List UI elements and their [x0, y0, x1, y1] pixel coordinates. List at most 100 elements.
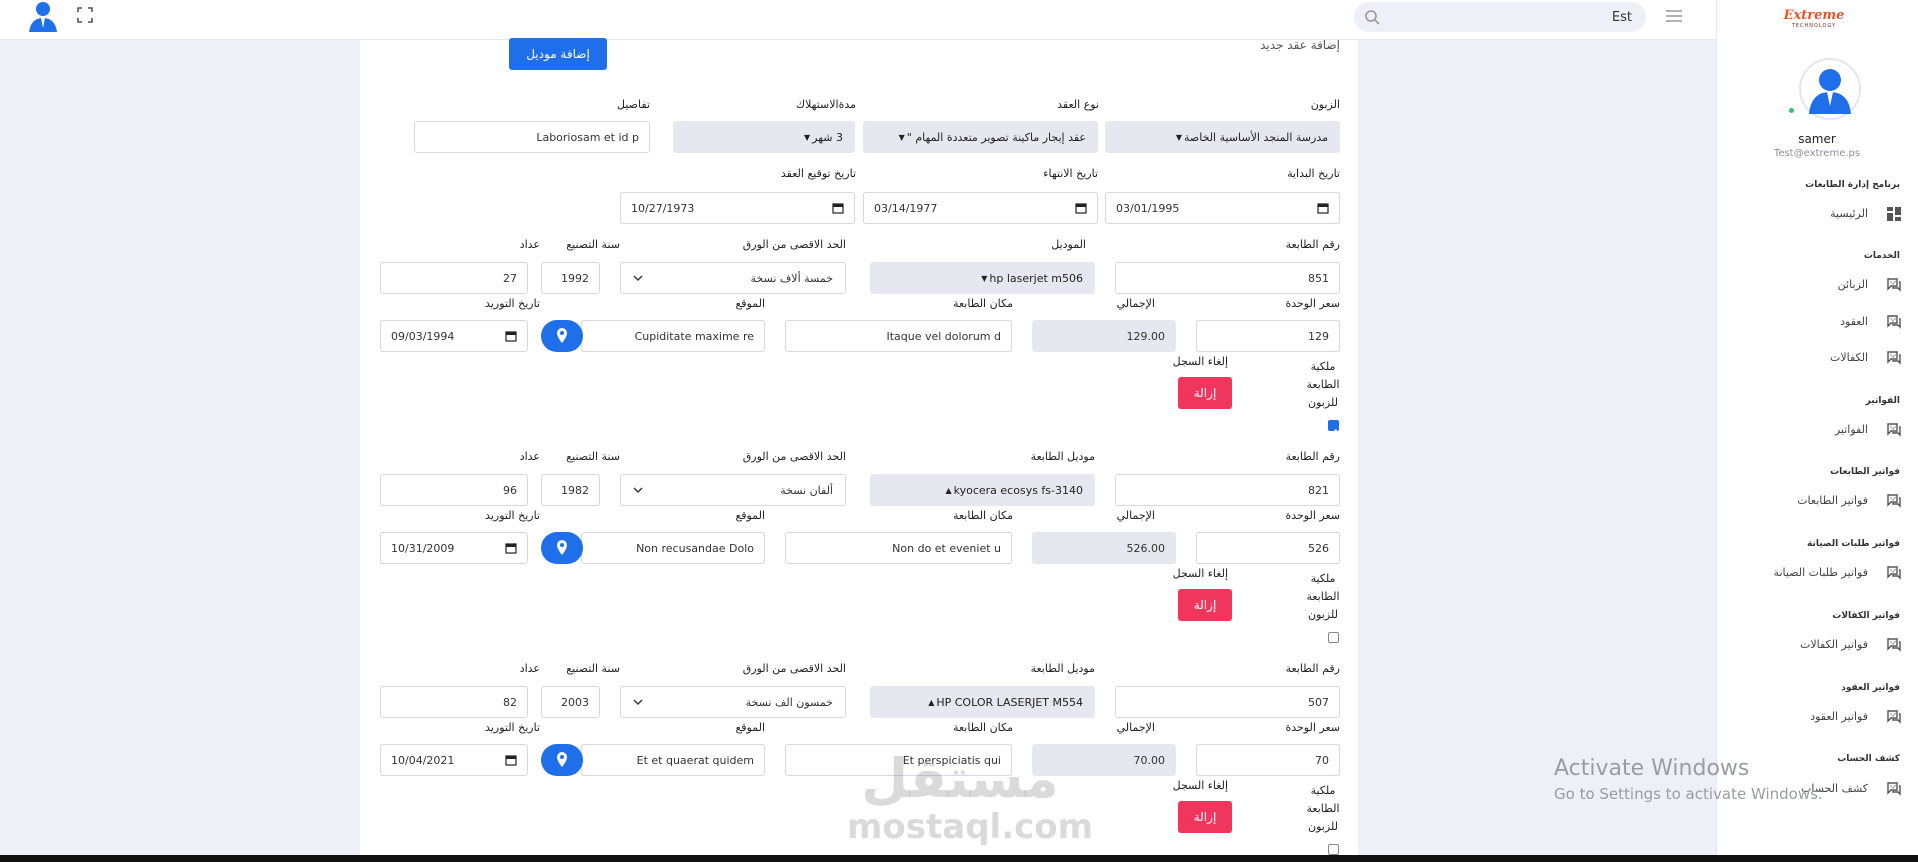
printer-model-label: موديل الطابعة — [1030, 662, 1095, 675]
chevron-down-icon — [1888, 782, 1898, 792]
section-title-printer-app: برنامج إدارة الطابعات — [1805, 180, 1900, 190]
total-value: 70.00 — [1133, 753, 1166, 767]
chevron-down-icon — [1888, 423, 1898, 433]
remove-button[interactable]: إزالة — [1178, 801, 1232, 833]
unit-price-label: سعر الوحدة — [1285, 721, 1340, 734]
unit-price-value: 70 — [1315, 753, 1329, 767]
chevron-down-icon — [1888, 710, 1898, 720]
nav-item-customers[interactable]: الزبائن — [1716, 274, 1918, 296]
watermark-text: مستقل — [861, 747, 1059, 810]
nav-item-label: الرئيسية — [1830, 207, 1868, 220]
section-title-contract-invoices: فواتير العقود — [1841, 683, 1900, 693]
location-value: Et et quaerat quidem — [636, 753, 754, 767]
activation-notice: Activate Windows Go to Settings to activ… — [1554, 756, 1823, 803]
printer-number-input[interactable]: 507 — [1115, 686, 1340, 718]
section-title-invoices: الفواتير — [1865, 396, 1900, 406]
nav-item-contracts[interactable]: العقود — [1716, 311, 1918, 333]
nav-item-invoices[interactable]: الفواتير — [1716, 419, 1918, 441]
user-avatar-icon[interactable] — [26, 0, 60, 32]
printer-number-label: رقم الطابعة — [1285, 450, 1340, 463]
nav-item-home[interactable]: الرئيسية — [1716, 203, 1918, 225]
max-paper-label: الحد الاقصى من الورق — [742, 450, 846, 463]
contract-form: إضافة موديل إضافة عقد جديد الزبون نوع ال… — [360, 38, 1358, 855]
profile-avatar-icon — [1799, 58, 1861, 120]
sidebar: Extreme TECHNOLOGY samer Test@extreme.ps… — [1716, 0, 1918, 855]
printer-number-label: رقم الطابعة — [1285, 238, 1340, 251]
section-title-maintenance-invoices: فواتير طلبات الصيانة — [1806, 539, 1900, 549]
manufacture-year-input[interactable]: 2003 — [541, 686, 600, 718]
max-paper-label: الحد الاقصى من الورق — [742, 238, 846, 251]
brand-name: Extreme — [1783, 8, 1845, 23]
hamburger-menu-icon[interactable] — [1664, 8, 1684, 24]
printer-model-label: موديل الطابعة — [1030, 450, 1095, 463]
model-value: HP COLOR LASERJET M554 — [936, 695, 1083, 709]
search-box — [1354, 2, 1646, 32]
dashboard-icon — [1886, 206, 1902, 222]
max-paper-label: الحد الاقصى من الورق — [742, 662, 846, 675]
nav-item-maintenance-invoices[interactable]: فواتير طلبات الصيانة — [1716, 562, 1918, 584]
section-title-warranty-invoices: فواتير الكفالات — [1832, 611, 1900, 621]
top-bar — [0, 0, 1716, 40]
section-title-account-statement: كشف الحساب — [1837, 754, 1900, 764]
printer-place-label: مكان الطابعة — [953, 721, 1013, 734]
printer-number-label: رقم الطابعة — [1285, 662, 1340, 675]
map-pin-icon — [557, 752, 567, 767]
nav-item-warranty-invoices[interactable]: فواتير الكفالات — [1716, 634, 1918, 656]
chevron-down-icon — [1888, 566, 1898, 576]
nav-item-printer-invoices[interactable]: فواتير الطابعات — [1716, 490, 1918, 512]
supply-date-value: 10/04/2021 — [391, 753, 455, 767]
nav-item-label: الفواتير — [1834, 423, 1868, 436]
nav-item-label: فواتير العقود — [1810, 710, 1868, 723]
online-status-badge — [1787, 106, 1796, 115]
cancel-record-label: إلغاء السجل — [1172, 779, 1228, 792]
model-label: الموديل — [1051, 238, 1086, 251]
nav-item-label: العقود — [1840, 315, 1868, 328]
search-input[interactable] — [1384, 2, 1646, 32]
watermark: مستقل mostaql.com — [847, 747, 1094, 847]
unit-price-input[interactable]: 70 — [1196, 744, 1340, 776]
supply-date-label: تاريخ التوريد — [485, 721, 540, 734]
max-paper-value: خمسون الف نسخة — [745, 695, 833, 709]
manufacture-year-label: سنة التصنيع — [566, 450, 620, 463]
manufacture-year-label: سنة التصنيع — [566, 662, 620, 675]
counter-label: عداد — [519, 662, 540, 675]
map-pin-button[interactable] — [541, 744, 583, 776]
location-input[interactable]: Et et quaerat quidem — [581, 744, 765, 776]
manufacture-year-label: سنة التصنيع — [566, 238, 620, 251]
nav-item-label: فواتير الكفالات — [1800, 638, 1868, 651]
bottom-bar — [0, 855, 1918, 862]
model-select[interactable]: HP COLOR LASERJET M554 ▲ — [870, 686, 1095, 718]
customer-owned-checkbox[interactable] — [1328, 844, 1339, 855]
counter-label: عداد — [519, 450, 540, 463]
section-title-printer-invoices: فواتير الطابعات — [1830, 467, 1900, 477]
location-label: الموقع — [735, 721, 765, 734]
printer-number-value: 507 — [1308, 695, 1329, 709]
brand-logo: Extreme TECHNOLOGY — [1782, 8, 1846, 32]
chevron-down-icon — [633, 699, 643, 705]
nav-item-label: فواتير طلبات الصيانة — [1773, 566, 1868, 579]
brand-tagline: TECHNOLOGY — [1791, 23, 1837, 29]
chevron-down-icon — [1888, 351, 1898, 361]
manufacture-year-value: 2003 — [561, 695, 589, 709]
chevron-down-icon — [1888, 278, 1898, 288]
nav-item-label: فواتير الطابعات — [1797, 494, 1868, 507]
printer-block: رقم الطابعة موديل الطابعة الحد الاقصى من… — [360, 252, 1358, 643]
chevron-down-icon — [1888, 315, 1898, 325]
chevron-down-icon — [1888, 494, 1898, 504]
calendar-icon[interactable] — [505, 754, 517, 766]
nav-item-label: الزبائن — [1837, 278, 1868, 291]
activation-title: Activate Windows — [1554, 756, 1750, 781]
nav-item-warranties[interactable]: الكفالات — [1716, 347, 1918, 369]
fullscreen-icon[interactable] — [76, 6, 94, 24]
chevron-down-icon — [1888, 638, 1898, 648]
section-title-services: الخدمات — [1863, 251, 1900, 261]
max-paper-select[interactable]: خمسون الف نسخة — [620, 686, 846, 718]
search-icon[interactable] — [1364, 9, 1380, 25]
counter-input[interactable]: 82 — [380, 686, 528, 718]
nav-item-contract-invoices[interactable]: فواتير العقود — [1716, 706, 1918, 728]
watermark-url: mostaql.com — [847, 807, 1094, 847]
nav-item-label: الكفالات — [1829, 351, 1868, 364]
total-label: الإجمالي — [1116, 721, 1155, 734]
caret-up-icon: ▲ — [928, 697, 935, 707]
supply-date-input[interactable]: 10/04/2021 — [380, 744, 528, 776]
